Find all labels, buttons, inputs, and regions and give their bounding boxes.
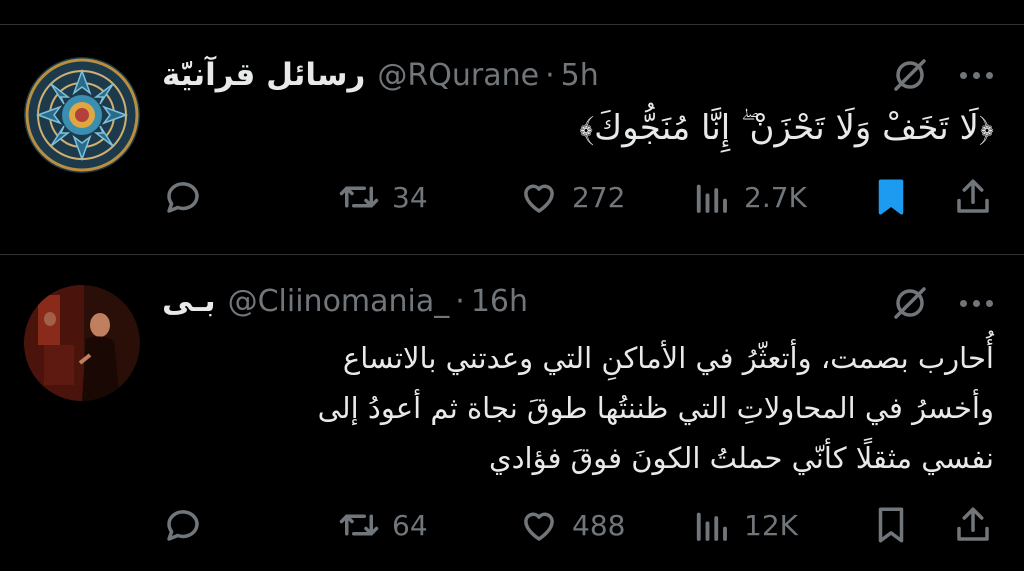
views-count: 2.7K	[744, 180, 807, 214]
share-button[interactable]	[952, 501, 994, 549]
tweet-text: ﴿لَا تَخَفْ وَلَا تَحْزَنْ ۖ إِنَّا مُنَ…	[579, 108, 994, 148]
retweet-count: 64	[392, 508, 428, 542]
timestamp[interactable]: 5h	[561, 58, 599, 93]
tweet-header: بـى @Cliinomania_ · 16h	[162, 279, 898, 323]
like-button[interactable]: 488	[518, 501, 625, 549]
retweet-count: 34	[392, 180, 428, 214]
retweet-icon	[339, 186, 379, 208]
bookmark-button[interactable]	[870, 501, 912, 549]
views-icon	[696, 184, 727, 213]
avatar[interactable]	[24, 285, 140, 401]
share-icon	[957, 507, 989, 541]
like-icon	[524, 184, 554, 213]
views-icon	[696, 512, 727, 541]
reply-button[interactable]	[162, 501, 216, 549]
tweet-2[interactable]: بـى @Cliinomania_ · 16h أُحارب بصمت، وأت…	[0, 255, 1024, 571]
more-icon[interactable]	[954, 53, 998, 97]
like-button[interactable]: 272	[518, 173, 625, 221]
more-icon[interactable]	[954, 281, 998, 325]
separator: ·	[545, 57, 555, 93]
bookmark-icon	[878, 179, 904, 215]
grok-icon[interactable]	[890, 283, 930, 323]
share-button[interactable]	[952, 173, 994, 221]
views-button[interactable]: 2.7K	[690, 173, 807, 221]
tweet-header: رسائل قرآنيّة @RQurane · 5h	[162, 53, 898, 97]
separator: ·	[455, 283, 465, 319]
like-count: 272	[572, 180, 626, 214]
reply-icon	[167, 510, 199, 541]
retweet-button[interactable]: 34	[338, 173, 428, 221]
author-name[interactable]: بـى	[162, 283, 216, 319]
timestamp[interactable]: 16h	[471, 284, 528, 319]
bookmark-icon	[878, 507, 904, 543]
reply-icon	[167, 182, 199, 213]
author-handle[interactable]: @Cliinomania_	[228, 284, 450, 319]
grok-icon[interactable]	[890, 55, 930, 95]
share-icon	[957, 179, 989, 213]
avatar[interactable]	[24, 57, 140, 173]
bookmark-button[interactable]	[870, 173, 912, 221]
reply-button[interactable]	[162, 173, 216, 221]
author-name[interactable]: رسائل قرآنيّة	[162, 57, 365, 93]
author-handle[interactable]: @RQurane	[377, 58, 539, 93]
views-count: 12K	[744, 508, 798, 542]
retweet-icon	[339, 514, 379, 536]
like-count: 488	[572, 508, 626, 542]
tweet-text: أُحارب بصمت، وأتعثّرُ في الأماكنِ التي و…	[317, 341, 994, 475]
tweet-1[interactable]: رسائل قرآنيّة @RQurane · 5h ﴿لَا تَخَفْ …	[0, 25, 1024, 254]
retweet-button[interactable]: 64	[338, 501, 428, 549]
views-button[interactable]: 12K	[690, 501, 798, 549]
like-icon	[524, 512, 554, 541]
